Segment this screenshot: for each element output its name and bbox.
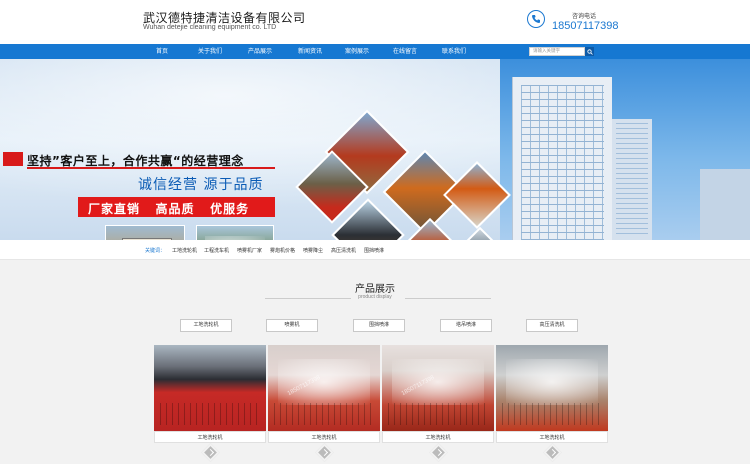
search-input[interactable]: 请输入关键字 bbox=[529, 47, 585, 56]
product-image[interactable]: 18507117398 bbox=[268, 345, 380, 431]
keyword-label: 关键词： bbox=[145, 248, 166, 254]
main-nav: 首页 关于我们 产品展示 新闻资讯 案例展示 在线留言 联系我们 请输入关键字 bbox=[0, 44, 750, 59]
mist-texture bbox=[506, 359, 598, 405]
product-caption[interactable]: 工地洗轮机 bbox=[154, 431, 266, 443]
banner-slogan-service: 厂家直销 高品质 优服务 bbox=[88, 202, 250, 216]
slogan-accent bbox=[3, 152, 23, 166]
grate-texture bbox=[160, 403, 260, 425]
banner-building bbox=[512, 77, 612, 240]
company-english-name: Wuhan detejie cleaning equipment co. LTD bbox=[143, 24, 277, 31]
product-card[interactable]: 工地洗轮机 bbox=[154, 345, 266, 464]
banner-building bbox=[612, 119, 652, 240]
product-image[interactable] bbox=[154, 345, 266, 431]
keyword-bar: 关键词： 工地洗轮机 工程洗车机 喷雾机厂家 雾炮机价格 喷雾降尘 高压清洗机 … bbox=[0, 240, 750, 260]
grate-texture bbox=[274, 403, 374, 425]
keyword-link[interactable]: 工程洗车机 bbox=[204, 247, 229, 254]
product-caption[interactable]: 工地洗轮机 bbox=[496, 431, 608, 443]
product-card[interactable]: 工地洗轮机 bbox=[496, 345, 608, 464]
keyword-link[interactable]: 喷雾降尘 bbox=[303, 247, 323, 254]
product-card[interactable]: 18507117398 工地洗轮机 bbox=[382, 345, 494, 464]
banner-photo-mist-cannon bbox=[196, 225, 274, 240]
arrow-right-icon[interactable] bbox=[429, 443, 448, 462]
banner-building bbox=[700, 169, 750, 240]
banner-photo-truck bbox=[105, 225, 185, 240]
hero-banner[interactable]: 坚持”客户至上，合作共赢“的经营理念 诚信经营 源于品质 厂家直销 高品质 优服… bbox=[0, 59, 750, 240]
product-caption[interactable]: 工地洗轮机 bbox=[268, 431, 380, 443]
category-button[interactable]: 塔吊喷淋 bbox=[440, 319, 492, 332]
nav-item-news[interactable]: 新闻资讯 bbox=[286, 44, 334, 59]
category-button[interactable]: 喷雾机 bbox=[266, 319, 318, 332]
grate-texture bbox=[388, 403, 488, 425]
section-title: 产品展示 bbox=[355, 284, 395, 295]
search-button[interactable] bbox=[585, 47, 594, 56]
nav-item-about[interactable]: 关于我们 bbox=[186, 44, 234, 59]
keyword-link[interactable]: 喷雾机厂家 bbox=[237, 247, 262, 254]
keyword-link[interactable]: 工地洗轮机 bbox=[172, 247, 197, 254]
phone-icon bbox=[527, 10, 545, 28]
banner-slogan-quality: 诚信经营 源于品质 bbox=[138, 177, 264, 193]
products-section: 产品展示 product display 工地洗轮机 喷雾机 围挡喷淋 塔吊喷淋… bbox=[0, 261, 750, 464]
arrow-right-icon[interactable] bbox=[201, 443, 220, 462]
nav-item-home[interactable]: 首页 bbox=[138, 44, 186, 59]
nav-item-message[interactable]: 在线留言 bbox=[381, 44, 429, 59]
section-subtitle: product display bbox=[358, 294, 392, 300]
arrow-right-icon[interactable] bbox=[315, 443, 334, 462]
header: 武汉德特捷清洁设备有限公司 Wuhan detejie cleaning equ… bbox=[0, 0, 750, 44]
search-icon bbox=[586, 48, 593, 55]
category-button[interactable]: 工地洗轮机 bbox=[180, 319, 232, 332]
nav-item-contact[interactable]: 联系我们 bbox=[430, 44, 478, 59]
keyword-link[interactable]: 围挡喷淋 bbox=[364, 247, 384, 254]
page: 武汉德特捷清洁设备有限公司 Wuhan detejie cleaning equ… bbox=[0, 0, 750, 464]
nav-item-cases[interactable]: 案例展示 bbox=[333, 44, 381, 59]
product-image[interactable] bbox=[496, 345, 608, 431]
grate-texture bbox=[502, 403, 602, 425]
mist-texture bbox=[278, 359, 370, 405]
category-button[interactable]: 围挡喷淋 bbox=[353, 319, 405, 332]
product-caption[interactable]: 工地洗轮机 bbox=[382, 431, 494, 443]
slogan-underline bbox=[27, 167, 275, 169]
hotline-number[interactable]: 18507117398 bbox=[552, 20, 618, 32]
product-card[interactable]: 18507117398 工地洗轮机 bbox=[268, 345, 380, 464]
keyword-link[interactable]: 雾炮机价格 bbox=[270, 247, 295, 254]
category-button[interactable]: 高压清洗机 bbox=[526, 319, 578, 332]
arrow-right-icon[interactable] bbox=[543, 443, 562, 462]
mist-texture bbox=[392, 359, 484, 405]
product-image[interactable]: 18507117398 bbox=[382, 345, 494, 431]
keyword-link[interactable]: 高压清洗机 bbox=[331, 247, 356, 254]
hotline-label: 咨询电话 bbox=[572, 14, 597, 20]
nav-item-products[interactable]: 产品展示 bbox=[236, 44, 284, 59]
